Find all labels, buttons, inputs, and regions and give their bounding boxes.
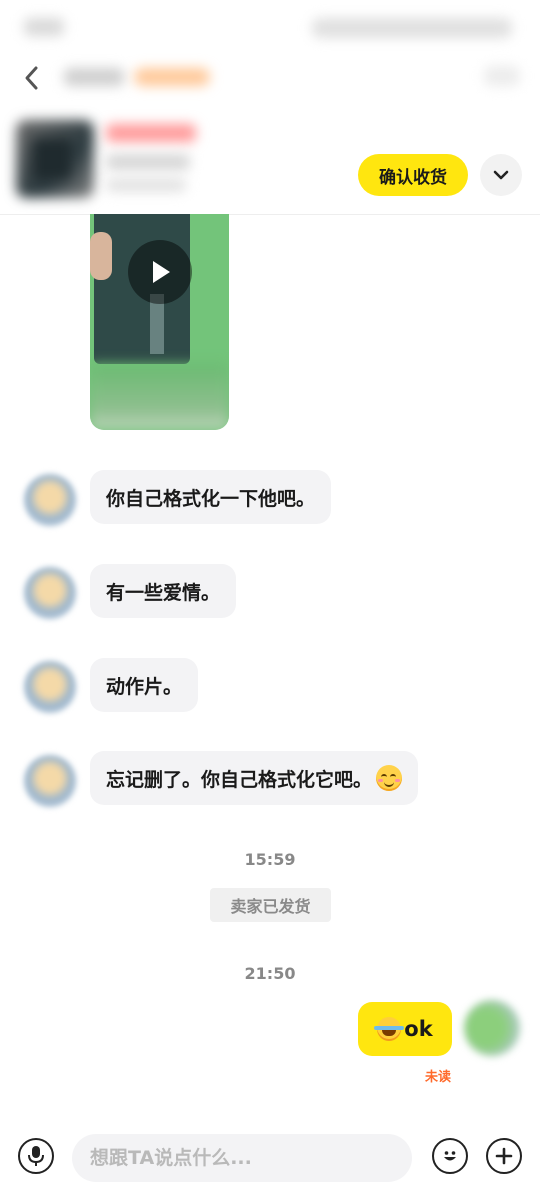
back-icon[interactable] (22, 64, 46, 92)
timestamp: 21:50 (244, 964, 296, 983)
laughing-tears-emoji-icon (374, 1017, 405, 1041)
sender-avatar[interactable] (24, 567, 76, 619)
emoji-icon[interactable] (432, 1138, 468, 1174)
message-text: 忘记删了。你自己格式化它吧。 (106, 768, 373, 791)
message-bubble[interactable]: 忘记删了。你自己格式化它吧。 (90, 751, 419, 805)
message-text: 动作片。 (106, 675, 183, 698)
order-status-text (106, 124, 196, 142)
status-bar (0, 0, 540, 56)
input-bar (0, 1130, 540, 1190)
timestamp: 15:59 (244, 850, 296, 869)
confirm-receipt-button[interactable]: 确认收货 (358, 154, 468, 196)
microphone-icon[interactable] (18, 1138, 54, 1174)
message-bubble[interactable]: 你自己格式化一下他吧。 (90, 470, 332, 524)
message-text: 你自己格式化一下他吧。 (106, 487, 316, 510)
status-time (24, 18, 64, 36)
message-bubble[interactable]: 动作片。 (90, 658, 199, 712)
contact-tag (134, 68, 210, 86)
outgoing-message-bubble[interactable]: ok (358, 1002, 452, 1056)
play-icon[interactable] (128, 240, 192, 304)
message-text: 有一些爱情。 (106, 581, 221, 604)
unread-status: 未读 (424, 1070, 451, 1085)
order-card[interactable]: 确认收货 (0, 110, 540, 215)
sender-avatar[interactable] (24, 474, 76, 526)
my-avatar[interactable] (464, 1000, 520, 1056)
sender-avatar[interactable] (24, 755, 76, 807)
product-meta (106, 178, 186, 192)
chat-header (0, 56, 540, 100)
system-notice: 卖家已发货 (210, 888, 331, 922)
contact-name (64, 68, 124, 86)
video-message[interactable] (90, 214, 229, 430)
plus-icon[interactable] (486, 1138, 522, 1174)
message-bubble[interactable]: 有一些爱情。 (90, 564, 237, 618)
status-icons (312, 18, 512, 38)
product-title (106, 154, 190, 170)
message-input[interactable] (72, 1134, 412, 1182)
product-thumbnail[interactable] (16, 120, 94, 198)
message-text: ok (404, 1017, 433, 1041)
more-icon[interactable] (484, 66, 520, 86)
sender-avatar[interactable] (24, 661, 76, 713)
chevron-down-icon[interactable] (480, 154, 522, 196)
blushing-smile-emoji-icon (376, 765, 403, 791)
